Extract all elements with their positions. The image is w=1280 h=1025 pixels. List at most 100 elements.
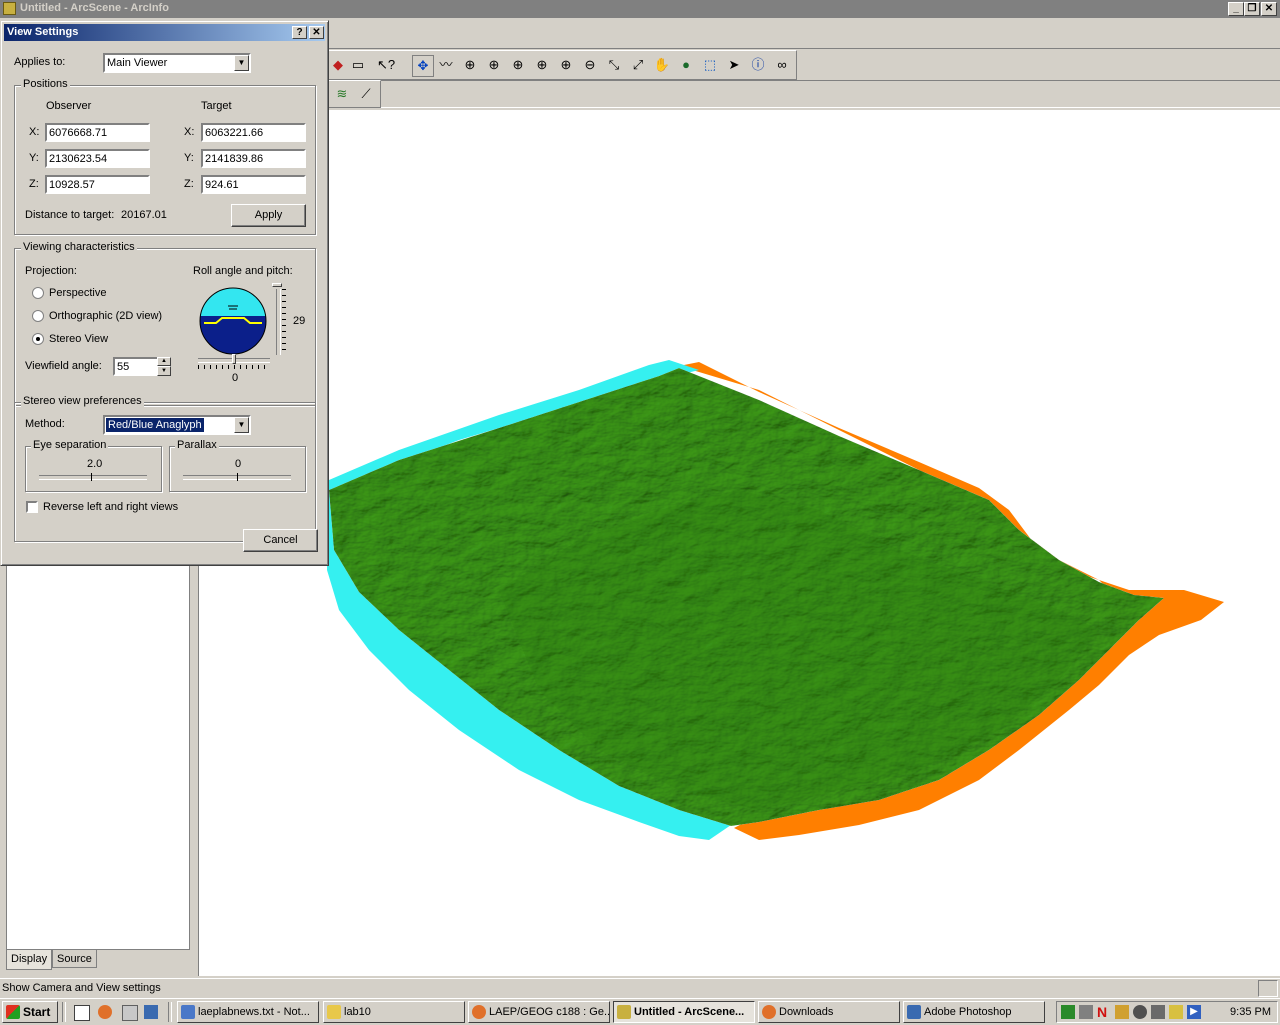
pan-hand-icon[interactable]: ✋ (652, 55, 672, 75)
eye-separation-slider-thumb[interactable] (91, 473, 92, 481)
stereo-view-radio[interactable] (32, 333, 44, 345)
show-desktop-icon[interactable] (74, 1005, 90, 1021)
pitch-slider-track[interactable] (276, 289, 281, 355)
zoom-to-target-icon[interactable]: ⊕ (508, 55, 528, 75)
roll-slider-thumb[interactable] (232, 354, 236, 364)
terrain-anaglyph (327, 360, 1224, 840)
editor-quicklaunch-icon[interactable] (122, 1005, 138, 1021)
identify-icon[interactable]: ⓘ (748, 55, 768, 75)
zoom-out-icon[interactable]: ⊖ (580, 55, 600, 75)
parallax-value: 0 (235, 458, 242, 470)
zoom-in-icon[interactable]: ⊕ (556, 55, 576, 75)
task-label: Adobe Photoshop (924, 1006, 1012, 1018)
center-target-icon[interactable]: ⊕ (484, 55, 504, 75)
reverse-views-checkbox[interactable] (26, 501, 38, 513)
add-data-icon[interactable]: ◆ (328, 55, 348, 75)
chevron-down-icon[interactable]: ▼ (234, 55, 249, 71)
arcscene-app-icon (3, 2, 16, 15)
full-extent-globe-icon[interactable]: ● (676, 55, 696, 75)
window-icon[interactable]: ▭ (348, 55, 368, 75)
dialog-close-button[interactable]: ✕ (309, 26, 324, 39)
dialog-titlebar[interactable]: View Settings ? ✕ (4, 24, 325, 41)
minimize-button[interactable]: _ (1228, 2, 1244, 16)
security-tray-icon[interactable] (1169, 1005, 1183, 1019)
chevron-down-icon[interactable]: ▼ (234, 417, 249, 433)
set-observer-icon[interactable]: ⊕ (532, 55, 552, 75)
task-label: lab10 (344, 1006, 371, 1018)
settings-tray-icon[interactable] (1133, 1005, 1147, 1019)
find-binoculars-icon[interactable]: ∞ (772, 55, 792, 75)
target-x-field[interactable] (201, 123, 306, 142)
spin-up-icon[interactable]: ▲ (157, 357, 171, 366)
task-label: Downloads (779, 1006, 834, 1018)
orthographic-radio[interactable] (32, 310, 44, 322)
firefox-icon (762, 1005, 776, 1019)
restore-button[interactable]: ❐ (1244, 2, 1260, 16)
observer-z-label: Z: (29, 178, 39, 190)
outlook-quicklaunch-icon[interactable] (144, 1005, 158, 1019)
eye-separation-slider-track[interactable] (39, 475, 147, 480)
arcscene-icon (617, 1005, 631, 1019)
fly-icon[interactable]: 〰 (436, 55, 456, 75)
norton-tray-icon[interactable]: N (1097, 1005, 1111, 1019)
target-y-field[interactable] (201, 149, 306, 168)
app-tray-icon[interactable] (1115, 1005, 1129, 1019)
task-downloads[interactable]: Downloads (758, 1001, 900, 1023)
start-button[interactable]: Start (2, 1001, 58, 1023)
tab-display[interactable]: Display (6, 950, 53, 970)
task-label: Untitled - ArcScene... (634, 1006, 745, 1018)
perspective-radio[interactable] (32, 287, 44, 299)
taskbar-separator (62, 1002, 66, 1022)
pitch-slider-thumb[interactable] (272, 283, 282, 287)
select-features-icon[interactable]: ⬚ (700, 55, 720, 75)
navigate-icon[interactable]: ✥ (412, 55, 434, 77)
roll-pitch-indicator[interactable] (198, 286, 268, 356)
task-arcscene[interactable]: Untitled - ArcScene... (613, 1001, 755, 1023)
tab-source[interactable]: Source (52, 950, 97, 968)
line-of-sight-icon[interactable]: ⟋ (356, 84, 376, 104)
viewfield-spinner[interactable]: ▲ ▼ (157, 357, 171, 376)
target-z-field[interactable] (201, 175, 306, 194)
viewfield-field[interactable] (113, 357, 159, 376)
firefox-quicklaunch-icon[interactable] (98, 1005, 112, 1019)
distance-label: Distance to target: (25, 209, 115, 221)
observer-y-label: Y: (29, 152, 39, 164)
task-photoshop[interactable]: Adobe Photoshop (903, 1001, 1045, 1023)
task-firefox-laep[interactable]: LAEP/GEOG c188 : Ge... (468, 1001, 610, 1023)
task-notepad[interactable]: laeplabnews.txt - Not... (177, 1001, 319, 1023)
network-tray-icon[interactable] (1061, 1005, 1075, 1019)
update-tray-icon[interactable] (1079, 1005, 1093, 1019)
dialog-title: View Settings (7, 26, 79, 38)
clock: 9:35 PM (1230, 1006, 1271, 1018)
select-elements-icon[interactable]: ➤ (724, 55, 744, 75)
target-y-label: Y: (184, 152, 194, 164)
observer-z-field[interactable] (45, 175, 150, 194)
expand-fov-icon[interactable]: ⤢ (628, 55, 648, 75)
whats-this-icon[interactable]: ↖? (376, 55, 396, 75)
observer-x-field[interactable] (45, 123, 150, 142)
narrow-fov-icon[interactable]: ⤡ (604, 55, 624, 75)
method-select[interactable]: Red/Blue Anaglyph ▼ (103, 415, 251, 435)
help-button[interactable]: ? (292, 26, 307, 39)
target-label: Target (201, 100, 232, 112)
viewing-group-label: Viewing characteristics (21, 241, 137, 253)
target-zoom-icon[interactable]: ⊕ (460, 55, 480, 75)
app-titlebar[interactable]: Untitled - ArcScene - ArcInfo _ ❐ ✕ (0, 0, 1280, 18)
notepad-icon (181, 1005, 195, 1019)
observer-y-field[interactable] (45, 149, 150, 168)
applies-to-select[interactable]: Main Viewer ▼ (103, 53, 251, 73)
apply-button[interactable]: Apply (231, 204, 306, 227)
roll-ticks (198, 365, 270, 369)
taskbar-separator (168, 1002, 172, 1022)
parallax-slider-thumb[interactable] (237, 473, 238, 481)
analyst-toolbar: ≋ ⟋ (325, 80, 381, 108)
device-tray-icon[interactable] (1151, 1005, 1165, 1019)
cancel-button[interactable]: Cancel (243, 529, 318, 552)
distance-value: 20167.01 (121, 209, 167, 221)
close-button[interactable]: ✕ (1261, 2, 1277, 16)
contour-icon[interactable]: ≋ (332, 84, 352, 104)
scene-viewer[interactable] (198, 110, 1280, 976)
task-folder-lab10[interactable]: lab10 (323, 1001, 465, 1023)
media-tray-icon[interactable]: ▶ (1187, 1005, 1201, 1019)
spin-down-icon[interactable]: ▼ (157, 366, 171, 376)
